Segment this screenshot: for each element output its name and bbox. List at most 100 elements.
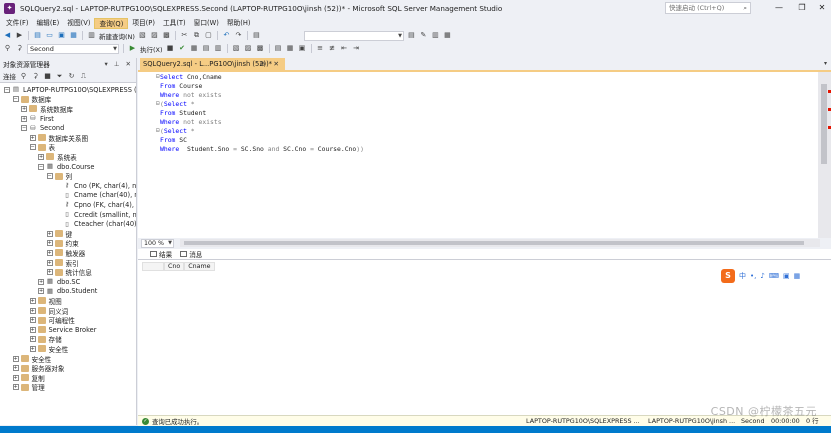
expand-icon[interactable]: + (29, 336, 36, 343)
sql-editor[interactable]: Select Cno,Cname From Course Where not exi… (138, 72, 818, 238)
zoom-select[interactable]: 100 % ▼ (141, 238, 174, 248)
restore-button[interactable]: ❐ (793, 1, 811, 15)
estimated-plan-icon[interactable]: ▦ (190, 44, 199, 53)
tree-node[interactable]: ⚷ Cno (PK, char(4), not (55, 181, 136, 191)
activity-monitor-icon[interactable]: ⎍ (79, 72, 88, 81)
tree-node[interactable]: − 列 (46, 171, 72, 181)
fold-icon[interactable]: ⊟ (156, 73, 160, 80)
collapse-icon[interactable]: − (46, 173, 53, 180)
back-icon[interactable]: ◀ (3, 31, 12, 40)
copy-icon[interactable]: ⧉ (192, 31, 201, 40)
fold-icon[interactable]: ⊟ (156, 127, 160, 134)
tree-node[interactable]: + 可编程性 (29, 315, 75, 325)
fold-icon[interactable]: ⊟ (156, 100, 160, 107)
actual-plan-icon[interactable]: ▧ (232, 44, 241, 53)
xmla-query-icon[interactable]: ▩ (162, 31, 171, 40)
tree-node[interactable]: + 管理 (12, 383, 45, 392)
expand-icon[interactable]: + (29, 134, 36, 141)
expand-icon[interactable]: + (46, 230, 53, 237)
query-designer-icon[interactable]: ▤ (202, 44, 211, 53)
connect-dropdown[interactable]: 连接 (3, 71, 16, 81)
tools-icon[interactable]: ✎ (419, 31, 428, 40)
intellisense-icon[interactable]: ▥ (214, 44, 223, 53)
object-explorer-icon[interactable]: ▥ (431, 31, 440, 40)
menu-window[interactable]: 窗口(W) (190, 18, 223, 29)
skin-icon[interactable]: ▣ (783, 272, 790, 280)
execute-button[interactable]: 执行(X) (140, 44, 163, 54)
expand-icon[interactable]: + (21, 105, 27, 112)
redo-icon[interactable]: ↷ (234, 31, 243, 40)
disconnect-icon[interactable]: ⚳ (31, 72, 40, 81)
tree-node[interactable]: + 视图 (29, 296, 62, 306)
menu-edit[interactable]: 编辑(E) (32, 18, 63, 29)
keyboard-icon[interactable]: ⌨ (769, 272, 779, 280)
expand-icon[interactable]: + (38, 278, 44, 285)
collapse-icon[interactable]: − (29, 144, 36, 151)
editor-vertical-scrollbar[interactable] (818, 72, 831, 238)
expand-icon[interactable]: + (29, 345, 36, 352)
column-header-cno[interactable]: Cno (164, 262, 185, 271)
tree-node[interactable]: − 表 (29, 143, 55, 152)
tree-node[interactable]: ⚷ Cpno (FK, char(4), null (55, 200, 136, 210)
execute-icon[interactable]: ▶ (128, 44, 137, 53)
connect-icon[interactable]: ⚲ (3, 44, 12, 53)
parse-icon[interactable]: ✔ (178, 44, 187, 53)
disconnect-icon[interactable]: ⚳ (15, 44, 24, 53)
tab-sqlquery2[interactable]: SQLQuery2.sql - L...PG10O\jinsh (52))* ⊕… (140, 58, 285, 70)
live-stats-icon[interactable]: ▨ (244, 44, 253, 53)
expand-icon[interactable]: + (29, 317, 36, 324)
menu-file[interactable]: 文件(F) (2, 18, 32, 29)
tree-node[interactable]: ▯ Cname (char(40), not (55, 191, 136, 201)
db-engine-query-icon[interactable]: ▧ (138, 31, 147, 40)
toolbox-icon[interactable]: ▦ (794, 272, 801, 280)
tree-node[interactable]: ▯ Ccredit (smallint, null (55, 210, 136, 220)
tree-node[interactable]: + 约束 (46, 239, 79, 248)
tree-node[interactable]: + 键 (46, 229, 72, 239)
expand-icon[interactable]: + (38, 153, 44, 160)
tree-node[interactable]: + 安全性 (29, 344, 68, 354)
quick-launch-input[interactable]: 快速启动 (Ctrl+Q) ⌕ (665, 2, 751, 14)
refresh-icon[interactable]: ↻ (67, 72, 76, 81)
results-grid-icon[interactable]: ▦ (286, 44, 295, 53)
tab-overflow-icon[interactable]: ▾ (824, 58, 827, 70)
tree-node[interactable]: + 服务器对象 (12, 363, 64, 373)
database-select[interactable]: Second ▼ (27, 43, 119, 54)
expand-icon[interactable]: + (12, 355, 19, 362)
collapse-icon[interactable]: − (21, 125, 27, 132)
tree-node[interactable]: + 触发器 (46, 248, 85, 258)
new-query-icon[interactable]: ▥ (87, 31, 96, 40)
stop-icon[interactable]: ■ (43, 72, 52, 81)
scrollbar-thumb[interactable] (184, 241, 804, 245)
decrease-indent-icon[interactable]: ⇤ (340, 44, 349, 53)
comment-icon[interactable]: ≡ (316, 44, 325, 53)
expand-icon[interactable]: + (46, 269, 53, 276)
scrollbar-thumb[interactable] (821, 84, 827, 164)
tree-node[interactable]: + 安全性 (12, 354, 51, 364)
menu-help[interactable]: 帮助(H) (223, 18, 255, 29)
connect-icon[interactable]: ⚲ (19, 72, 28, 81)
increase-indent-icon[interactable]: ⇥ (352, 44, 361, 53)
tab-results[interactable]: 结果 (150, 249, 172, 259)
minimize-button[interactable]: — (770, 1, 788, 15)
toolbox-icon[interactable]: ▦ (443, 31, 452, 40)
collapse-icon[interactable]: − (12, 96, 19, 103)
menu-view[interactable]: 视图(V) (63, 18, 94, 29)
tree-node[interactable]: + 数据库关系图 (29, 133, 88, 143)
column-header-cname[interactable]: Cname (184, 262, 215, 271)
cut-icon[interactable]: ✂ (180, 31, 189, 40)
punctuation-icon[interactable]: •, (750, 272, 756, 280)
tab-pin-close-buttons[interactable]: ⊕ ✕ (260, 58, 282, 70)
tree-node[interactable]: ▯ Cteacher (char(40), n (55, 219, 136, 229)
tree-node[interactable]: + ▦ dbo.SC (38, 277, 80, 287)
collapse-icon[interactable]: − (38, 163, 44, 170)
stop-icon[interactable]: ■ (166, 44, 175, 53)
client-stats-icon[interactable]: ▩ (256, 44, 265, 53)
properties-icon[interactable]: ▤ (407, 31, 416, 40)
row-number-header[interactable] (142, 262, 164, 271)
collapse-icon[interactable]: − (4, 86, 10, 93)
tree-node[interactable]: + 复制 (12, 373, 45, 383)
expand-icon[interactable]: + (29, 326, 36, 333)
expand-icon[interactable]: + (38, 288, 44, 295)
undo-icon[interactable]: ↶ (222, 31, 231, 40)
expand-icon[interactable]: + (46, 249, 53, 256)
